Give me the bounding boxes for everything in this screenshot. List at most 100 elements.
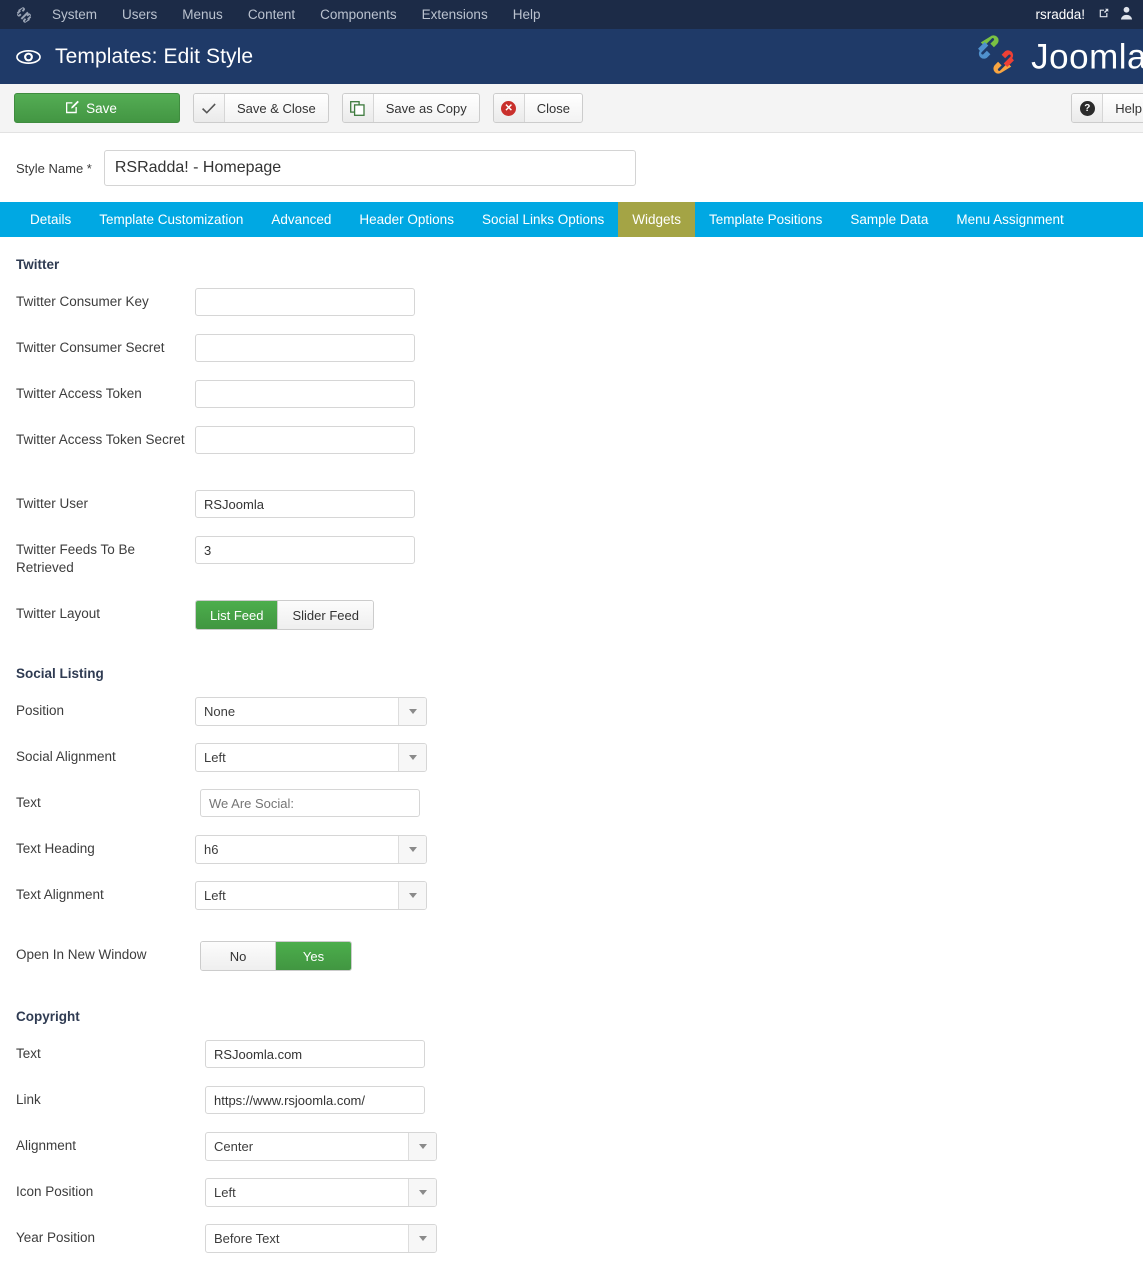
widgets-form: Twitter Twitter Consumer Key Twitter Con… [0,237,1143,1270]
external-link-icon[interactable] [1098,7,1110,22]
eye-icon [16,49,41,65]
admin-menu-item-extensions[interactable]: Extensions [422,7,488,22]
label-copyright-link: Link [16,1092,41,1107]
joomla-logo-icon [970,29,1022,84]
field-copyright-alignment: Alignment Center [0,1132,1143,1178]
chevron-down-icon[interactable] [408,1225,436,1252]
toolbar: Save Save & Close Save as Copy ✕ Close ? [0,84,1143,133]
social-text-heading-value: h6 [204,842,219,857]
save-button-label: Save [86,100,117,116]
style-name-input[interactable] [103,150,636,186]
admin-menu-item-users[interactable]: Users [122,7,157,22]
copyright-icon-position-select[interactable]: Left [205,1178,437,1207]
chevron-down-icon[interactable] [408,1179,436,1206]
social-alignment-select[interactable]: Left [195,743,427,772]
save-and-close-label: Save & Close [237,100,316,116]
social-position-value: None [204,704,236,719]
open-in-new-window-option-no[interactable]: No [201,942,276,970]
tab-bar: Details Template Customization Advanced … [0,202,1143,237]
style-name-label: Style Name * [16,160,92,176]
field-twitter-consumer-secret: Twitter Consumer Secret [0,334,1143,380]
copyright-alignment-select[interactable]: Center [205,1132,437,1161]
field-social-text-alignment: Text Alignment Left [0,881,1143,927]
chevron-down-icon[interactable] [398,836,426,863]
joomla-brand: Joomla [970,29,1143,84]
joomla-mark-icon[interactable] [14,5,34,25]
admin-menu-item-system[interactable]: System [52,7,97,22]
twitter-access-token-secret-input[interactable] [195,426,415,454]
section-title-twitter: Twitter [16,257,60,272]
save-pencil-icon [65,100,80,117]
page-title: Templates: Edit Style [55,44,254,68]
social-text-heading-select[interactable]: h6 [195,835,427,864]
social-position-select[interactable]: None [195,697,427,726]
admin-menu-item-content[interactable]: Content [248,7,295,22]
twitter-access-token-input[interactable] [195,380,415,408]
admin-menu-bar: System Users Menus Content Components Ex… [0,0,1143,29]
save-and-close-button[interactable]: Save & Close [193,93,329,123]
cancel-circle-icon: ✕ [493,94,525,122]
copyright-link-input[interactable] [205,1086,425,1114]
twitter-feeds-input[interactable] [195,536,415,564]
chevron-down-icon[interactable] [398,882,426,909]
close-button[interactable]: ✕ Close [492,93,583,123]
twitter-consumer-key-input[interactable] [195,288,415,316]
social-alignment-value: Left [204,750,226,765]
label-social-text-heading: Text Heading [16,841,95,856]
twitter-user-input[interactable] [195,490,415,518]
copyright-year-position-select[interactable]: Before Text [205,1224,437,1253]
copyright-alignment-value: Center [214,1139,254,1154]
twitter-layout-radio-group[interactable]: List Feed Slider Feed [195,600,374,630]
field-twitter-layout: Twitter Layout List Feed Slider Feed [0,600,1143,646]
social-text-alignment-select[interactable]: Left [195,881,427,910]
copyright-text-input[interactable] [205,1040,425,1068]
open-in-new-window-option-yes[interactable]: Yes [276,942,351,970]
admin-menu-item-help[interactable]: Help [513,7,541,22]
chevron-down-icon[interactable] [398,698,426,725]
tab-template-customization[interactable]: Template Customization [85,202,257,237]
social-text-input[interactable] [200,789,420,817]
label-copyright-text: Text [16,1046,41,1061]
tab-template-positions[interactable]: Template Positions [695,202,836,237]
tab-widgets[interactable]: Widgets [618,202,696,237]
tab-social-links-options[interactable]: Social Links Options [468,202,618,237]
section-title-copyright: Copyright [16,1009,80,1024]
save-as-copy-button[interactable]: Save as Copy [341,93,480,123]
chevron-down-icon[interactable] [398,744,426,771]
field-open-in-new-window: Open In New Window No Yes [0,941,1143,987]
label-twitter-access-token: Twitter Access Token [16,386,142,401]
tab-details[interactable]: Details [16,202,85,237]
section-title-social-listing: Social Listing [16,666,104,681]
admin-menu-items: System Users Menus Content Components Ex… [52,7,540,22]
tab-advanced[interactable]: Advanced [257,202,345,237]
user-icon[interactable] [1120,6,1133,24]
field-twitter-consumer-key: Twitter Consumer Key [0,288,1143,334]
twitter-layout-option-slider-feed[interactable]: Slider Feed [278,601,373,629]
label-copyright-alignment: Alignment [16,1138,77,1153]
site-name-link[interactable]: rsradda! [1035,7,1085,22]
field-copyright-text: Text [0,1040,1143,1086]
save-button[interactable]: Save [14,93,180,123]
field-copyright-icon-position: Icon Position Left [0,1178,1143,1224]
label-social-text-alignment: Text Alignment [16,887,104,902]
question-circle-icon: ? [1072,94,1104,122]
chevron-down-icon[interactable] [408,1133,436,1160]
open-in-new-window-toggle[interactable]: No Yes [200,941,352,971]
tab-menu-assignment[interactable]: Menu Assignment [942,202,1077,237]
label-social-text: Text [16,795,41,810]
admin-menu-item-menus[interactable]: Menus [182,7,223,22]
field-twitter-user: Twitter User [0,490,1143,536]
field-social-text-heading: Text Heading h6 [0,835,1143,881]
field-social-alignment: Social Alignment Left [0,743,1143,789]
tab-sample-data[interactable]: Sample Data [836,202,942,237]
check-icon [194,94,225,122]
twitter-consumer-secret-input[interactable] [195,334,415,362]
twitter-layout-option-list-feed[interactable]: List Feed [196,601,279,629]
label-twitter-consumer-secret: Twitter Consumer Secret [16,340,165,355]
field-twitter-feeds-to-be-retrieved: Twitter Feeds To Be Retrieved [0,536,1143,582]
copyright-icon-position-value: Left [214,1185,236,1200]
admin-menu-item-components[interactable]: Components [320,7,397,22]
tab-header-options[interactable]: Header Options [345,202,468,237]
help-button[interactable]: ? Help [1071,93,1143,123]
close-button-label: Close [536,100,570,116]
